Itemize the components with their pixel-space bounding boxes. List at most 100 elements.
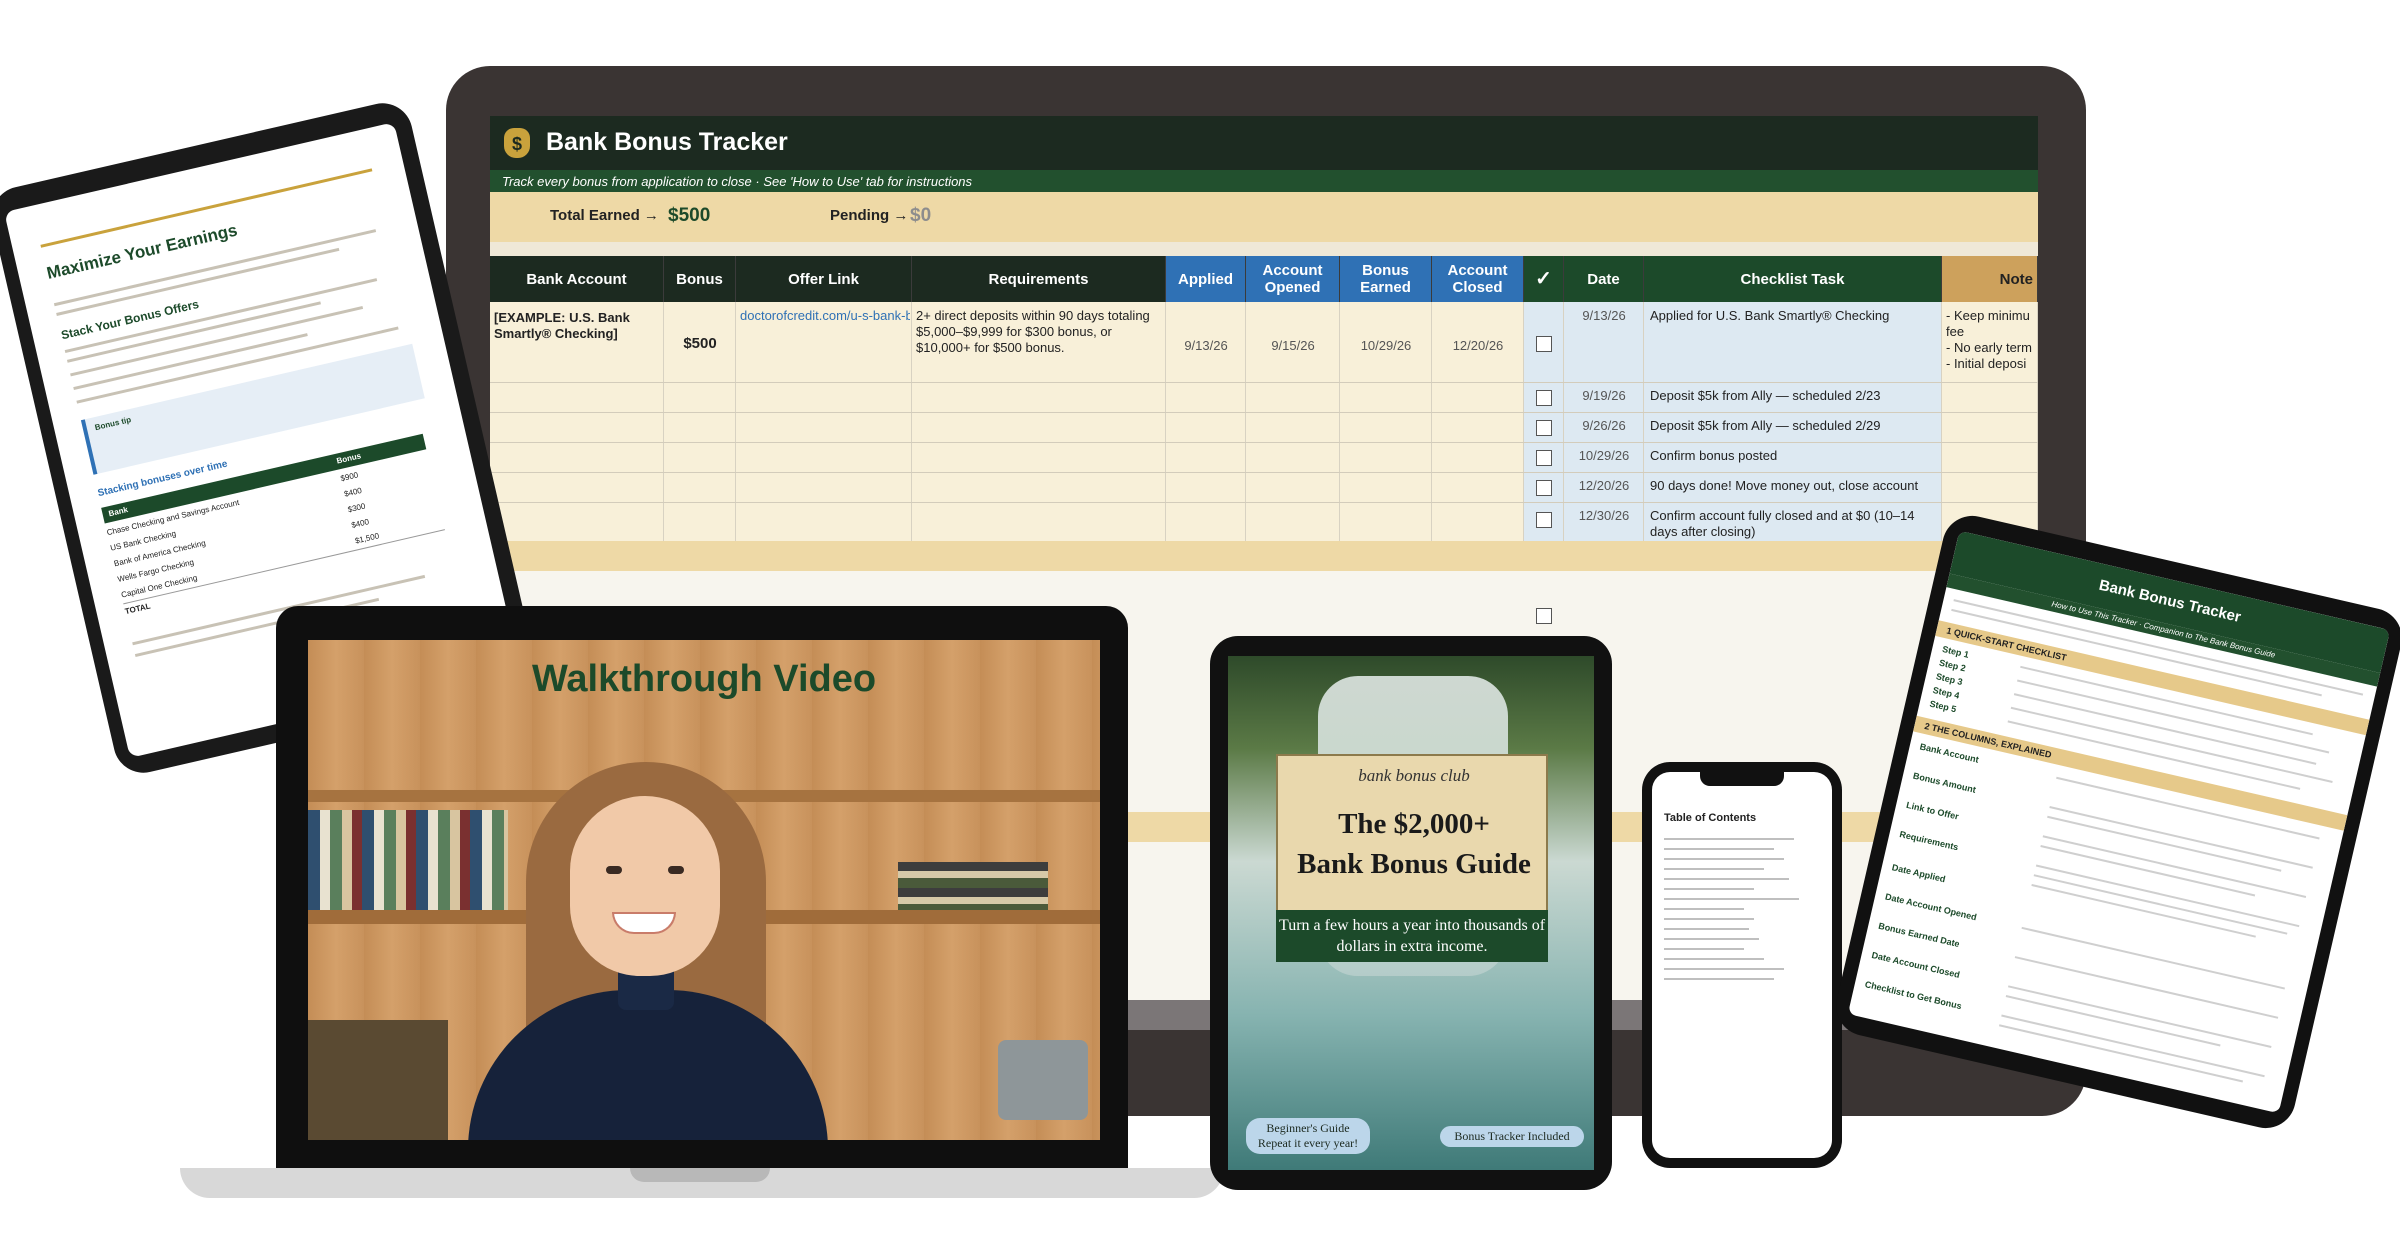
text-line bbox=[2010, 706, 2333, 783]
col-header-bank-account[interactable]: Bank Account bbox=[490, 256, 664, 302]
row-divider bbox=[490, 412, 2038, 413]
total-earned-value: $500 bbox=[668, 205, 711, 226]
laptop-notch bbox=[630, 1168, 770, 1182]
toc-title: Table of Contents bbox=[1664, 812, 1757, 824]
col-header-notes[interactable]: Note bbox=[1942, 256, 2038, 302]
column-label: Bonus Amount bbox=[1912, 770, 1977, 795]
toc-line bbox=[1664, 938, 1759, 940]
total-earned-label: Total Earned → bbox=[550, 207, 659, 224]
checklist-date[interactable]: 9/19/26 bbox=[1564, 388, 1644, 403]
col-header-bonus-earned[interactable]: Bonus Earned bbox=[1340, 256, 1432, 302]
col-header-account-opened[interactable]: Account Opened bbox=[1246, 256, 1340, 302]
example-bank-account[interactable]: [EXAMPLE: U.S. Bank Smartly® Checking] bbox=[494, 310, 660, 342]
toc-line bbox=[1664, 958, 1764, 960]
guide-section-title: Maximize Your Earnings bbox=[44, 220, 240, 283]
column-label: Date Applied bbox=[1890, 862, 1947, 885]
text-line bbox=[2005, 995, 2221, 1047]
bonus-col-header: Bonus bbox=[335, 451, 362, 466]
chest bbox=[308, 1020, 448, 1140]
text-line bbox=[2049, 806, 2313, 869]
checklist-task[interactable]: 90 days done! Move money out, close acco… bbox=[1650, 478, 1938, 494]
checklist-checkbox[interactable] bbox=[1536, 420, 1552, 436]
toc-line bbox=[1664, 978, 1774, 980]
example-requirements[interactable]: 2+ direct deposits within 90 days totali… bbox=[916, 308, 1162, 356]
column-label: Checklist to Get Bonus bbox=[1863, 979, 1963, 1012]
checklist-date[interactable]: 9/13/26 bbox=[1564, 308, 1644, 323]
example-opened-date[interactable]: 9/15/26 bbox=[1246, 338, 1340, 353]
example-offer-link[interactable]: doctorofcredit.com/u-s-bank-b bbox=[740, 308, 910, 324]
example-applied-date[interactable]: 9/13/26 bbox=[1166, 338, 1246, 353]
row-divider bbox=[490, 382, 2038, 383]
checklist-task[interactable]: Deposit $5k from Ally — scheduled 2/23 bbox=[1650, 388, 1938, 404]
checklist-checkbox[interactable] bbox=[1536, 390, 1552, 406]
ebook-title-line1: The $2,000+ bbox=[1338, 808, 1490, 840]
books-left bbox=[308, 810, 508, 910]
video-title: Walkthrough Video bbox=[531, 658, 877, 700]
checklist-task[interactable]: Confirm bonus posted bbox=[1650, 448, 1938, 464]
step-label: Step 2 bbox=[1938, 657, 1967, 674]
bucket bbox=[998, 1040, 1088, 1120]
beginners-guide-badge: Beginner's Guide Repeat it every year! bbox=[1246, 1118, 1370, 1154]
person-face bbox=[570, 796, 720, 976]
example-bonus[interactable]: $500 bbox=[664, 336, 736, 352]
column-label: Requirements bbox=[1898, 829, 1960, 853]
ebook-club: bank bonus club bbox=[1358, 766, 1470, 785]
eye bbox=[668, 866, 684, 874]
col-header-checklist-task[interactable]: Checklist Task bbox=[1644, 256, 1942, 302]
example-notes[interactable]: - Keep minimu fee - No early term - Init… bbox=[1946, 308, 2038, 372]
toc-line bbox=[1664, 838, 1794, 840]
checklist-checkbox[interactable] bbox=[1536, 450, 1552, 466]
offer-link-column bbox=[736, 302, 912, 557]
step-label: Step 1 bbox=[1941, 643, 1970, 660]
ebook-cover[interactable]: bank bonus club The $2,000+ Bank Bonus G… bbox=[1228, 656, 1594, 1170]
checklist-date[interactable]: 12/30/26 bbox=[1564, 508, 1644, 523]
example-earned-date[interactable]: 10/29/26 bbox=[1340, 338, 1432, 353]
bank-col-header: Bank bbox=[107, 505, 129, 519]
text-line bbox=[2014, 956, 2279, 1019]
col-header-offer-link[interactable]: Offer Link bbox=[736, 256, 912, 302]
spreadsheet-title-bar: $ Bank Bonus Tracker bbox=[490, 116, 2038, 170]
toc-line bbox=[1664, 868, 1764, 870]
col-header-check[interactable]: ✓ bbox=[1524, 256, 1564, 302]
phone-notch bbox=[1700, 772, 1784, 786]
col-header-bonus[interactable]: Bonus bbox=[664, 256, 736, 302]
checklist-task[interactable]: Confirm account fully closed and at $0 (… bbox=[1650, 508, 1938, 540]
text-line bbox=[2021, 926, 2286, 990]
section-band-row bbox=[490, 541, 2038, 571]
checklist-task[interactable]: Deposit $5k from Ally — scheduled 2/29 bbox=[1650, 418, 1938, 434]
column-label: Bank Account bbox=[1918, 741, 1980, 765]
column-label: Bonus Earned Date bbox=[1877, 920, 1961, 950]
col-header-applied[interactable]: Applied bbox=[1166, 256, 1246, 302]
checklist-checkbox[interactable] bbox=[1536, 336, 1552, 352]
col-header-date[interactable]: Date bbox=[1564, 256, 1644, 302]
checklist-task[interactable]: Applied for U.S. Bank Smartly® Checking bbox=[1650, 308, 1938, 324]
checklist-checkbox[interactable] bbox=[1536, 608, 1552, 624]
col-header-requirements[interactable]: Requirements bbox=[912, 256, 1166, 302]
checklist-checkbox[interactable] bbox=[1536, 480, 1552, 496]
column-label: Date Account Opened bbox=[1884, 891, 1978, 923]
video-screen[interactable]: Walkthrough Video bbox=[308, 640, 1100, 1140]
totals-bar: Total Earned → $500 Pending → $0 bbox=[490, 192, 2038, 242]
toc-line bbox=[1664, 918, 1754, 920]
bonus-tip-label: Bonus tip bbox=[93, 415, 132, 433]
tracker-included-badge: Bonus Tracker Included bbox=[1440, 1126, 1584, 1147]
spreadsheet-title: Bank Bonus Tracker bbox=[546, 128, 788, 156]
checklist-date[interactable]: 9/26/26 bbox=[1564, 418, 1644, 433]
step-label: Step 4 bbox=[1931, 684, 1961, 701]
text-line bbox=[2031, 883, 2256, 938]
columns-explained-band: 2 THE COLUMNS, EXPLAINED bbox=[1913, 715, 2348, 831]
checklist-date[interactable]: 10/29/26 bbox=[1564, 448, 1644, 463]
column-label: Link to Offer bbox=[1905, 799, 1960, 822]
books-right bbox=[898, 862, 1048, 910]
checklist-checkbox[interactable] bbox=[1536, 512, 1552, 528]
column-label: Date Account Closed bbox=[1870, 949, 1961, 980]
toc-line bbox=[1664, 928, 1749, 930]
toc-line bbox=[1664, 888, 1754, 890]
pending-label: Pending → bbox=[830, 207, 909, 224]
example-closed-date[interactable]: 12/20/26 bbox=[1432, 338, 1524, 353]
toc-line bbox=[1664, 848, 1774, 850]
col-header-account-closed[interactable]: Account Closed bbox=[1432, 256, 1524, 302]
checklist-date[interactable]: 12/20/26 bbox=[1564, 478, 1644, 493]
ebook-title-line2: Bank Bonus Guide bbox=[1297, 848, 1531, 880]
eye bbox=[606, 866, 622, 874]
